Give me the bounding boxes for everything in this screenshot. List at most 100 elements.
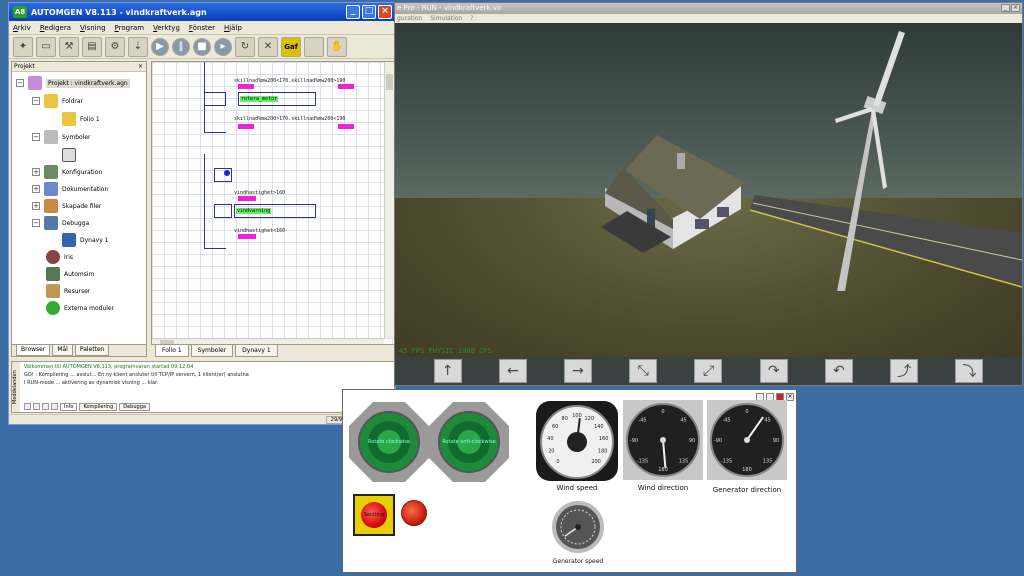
grafcet-step[interactable]: [214, 204, 232, 218]
tab-paletten[interactable]: Paletten: [74, 345, 110, 356]
collapse-icon[interactable]: −: [16, 79, 24, 87]
collapse-icon[interactable]: −: [32, 97, 40, 105]
tree-item-dokumentation[interactable]: + Dokumentation: [32, 182, 108, 196]
nav-prev-icon[interactable]: [33, 403, 40, 410]
zoom-out-icon[interactable]: ⤢: [694, 359, 723, 383]
disconnect-icon[interactable]: ✕: [258, 36, 278, 57]
build-icon[interactable]: ⚒: [59, 36, 79, 57]
tree-item-debugga[interactable]: − Debugga: [32, 216, 89, 230]
maximize-button[interactable]: □: [362, 5, 376, 19]
rotate-anticlockwise-button[interactable]: Rotate anti-clockwise: [429, 402, 509, 482]
collapse-icon[interactable]: −: [32, 219, 40, 227]
connect-icon[interactable]: ↻: [235, 36, 255, 57]
tab-dynavy-1[interactable]: Dynavy 1: [235, 345, 278, 357]
folder-icon: [44, 94, 58, 108]
hand-icon[interactable]: ✋: [327, 36, 347, 57]
3d-scene-viewport[interactable]: 45 FPS PHYSIC 1000 CPS: [395, 23, 1022, 359]
gauge-hub: [567, 432, 587, 452]
print-icon[interactable]: ▤: [82, 36, 102, 57]
tilt-down-icon[interactable]: ⤵: [955, 359, 984, 383]
tree-item-konfiguration[interactable]: + Konfiguration: [32, 165, 102, 179]
dynavy-window: × Rotate clockwise Rotate anti-clockwise…: [342, 389, 797, 573]
zoom-in-icon[interactable]: ⤡: [629, 359, 658, 383]
expand-icon[interactable]: +: [32, 185, 40, 193]
arrow-left-icon[interactable]: ←: [498, 359, 527, 383]
menu-hjalp[interactable]: Hjälp: [224, 24, 242, 32]
nav-last-icon[interactable]: [51, 403, 58, 410]
tree-item-symbol-file[interactable]: [62, 148, 76, 162]
tree-item-resurser[interactable]: Resurser: [46, 284, 90, 298]
sim-menu-help[interactable]: ?: [470, 14, 473, 23]
sim-titlebar[interactable]: e Pro - RUN - vindkraftverk.vo _ ×: [395, 3, 1022, 14]
menu-fonster[interactable]: Fönster: [189, 24, 215, 32]
arrow-right-icon[interactable]: →: [564, 359, 593, 383]
wand-icon[interactable]: ✦: [13, 36, 33, 57]
action-label[interactable]: rotera_motor: [240, 96, 279, 102]
vertical-scrollbar[interactable]: [384, 62, 394, 338]
expand-icon[interactable]: +: [32, 202, 40, 210]
main-titlebar[interactable]: A8 AUTOMGEN V8.113 - vindkraftverk.agn _…: [9, 3, 395, 21]
tree-item-foldrar[interactable]: − Foldrar: [32, 94, 83, 108]
fps-readout: 45 FPS PHYSIC 1000 CPS: [399, 347, 492, 355]
sim-menubar: guration Simulation ?: [395, 14, 1022, 23]
grafcet-step[interactable]: [204, 92, 226, 106]
rotate-right-icon[interactable]: ↷: [759, 359, 788, 383]
generator-speed-gauge: [552, 501, 604, 553]
wind-speed-label: Wind speed: [556, 484, 598, 492]
folder-open-icon[interactable]: ▭: [36, 36, 56, 57]
sim-close-button[interactable]: ×: [1011, 4, 1020, 12]
tree-item-iris[interactable]: Iris: [46, 250, 73, 264]
gauge-tick-label: 120: [584, 416, 594, 422]
tree-item-automsim[interactable]: Automsim: [46, 267, 94, 281]
grafcet-editor[interactable]: skillnad%mw200<170.skillnad%mw200>190 ro…: [151, 61, 395, 349]
house: [601, 135, 745, 253]
play-icon[interactable]: ▶: [151, 37, 169, 56]
tab-info[interactable]: Info: [60, 403, 78, 411]
sim-menu-simulation[interactable]: Simulation: [430, 14, 462, 23]
arrow-up-icon[interactable]: ↑: [433, 359, 462, 383]
compile-icon[interactable]: ⚙: [105, 36, 125, 57]
tab-folio-1[interactable]: Folio 1: [155, 345, 189, 357]
step-icon[interactable]: ▸: [214, 37, 232, 56]
menu-redigera[interactable]: Redigera: [40, 24, 71, 32]
tab-mal[interactable]: Mål: [52, 345, 73, 356]
expand-icon[interactable]: +: [32, 168, 40, 176]
tree-item-skapade-filer[interactable]: + Skapade filer: [32, 199, 101, 213]
rotate-clockwise-button[interactable]: Rotate clockwise: [349, 402, 429, 482]
tree-root[interactable]: − Projekt : vindkraftverk.agn: [16, 76, 130, 90]
emergency-stop-button[interactable]: Seniting: [353, 494, 395, 536]
collapse-icon[interactable]: −: [32, 133, 40, 141]
tree-item-externa-moduler[interactable]: Externa moduler: [46, 301, 114, 315]
action-label[interactable]: vindvarning: [236, 208, 272, 214]
sim-minimize-button[interactable]: _: [1001, 4, 1010, 12]
close-button[interactable]: ×: [378, 5, 392, 19]
menu-visning[interactable]: Visning: [80, 24, 106, 32]
menu-program[interactable]: Program: [115, 24, 145, 32]
rotate-left-icon[interactable]: ↶: [824, 359, 853, 383]
tab-kompilering[interactable]: Kompilering: [79, 403, 118, 411]
tab-debugga[interactable]: Debugga: [119, 403, 150, 411]
nav-first-icon[interactable]: [24, 403, 31, 410]
minimize-button[interactable]: _: [346, 5, 360, 19]
nav-next-icon[interactable]: [42, 403, 49, 410]
close-panel-icon[interactable]: ×: [138, 62, 143, 72]
blank-icon[interactable]: [304, 36, 324, 57]
tab-browser[interactable]: Browser: [16, 345, 51, 356]
tree-item-folio[interactable]: Folio 1: [62, 112, 100, 126]
tree-item-symboler[interactable]: − Symboler: [32, 130, 91, 144]
dynavy-close-button[interactable]: ×: [786, 393, 794, 401]
stop-icon[interactable]: ■: [193, 37, 211, 56]
menu-arkiv[interactable]: Arkiv: [13, 24, 31, 32]
gauge-tick-label: 90: [773, 438, 779, 444]
sim-menu-configuration[interactable]: guration: [397, 14, 422, 23]
message-line: I RUN-mode ... aktivering av dynamisk vi…: [24, 380, 159, 386]
dynavy-icon: [62, 233, 76, 247]
gaf-icon[interactable]: Gaf: [281, 36, 301, 57]
download-icon[interactable]: ⇣: [128, 36, 148, 57]
pause-icon[interactable]: ‖: [172, 37, 190, 56]
tab-symboler[interactable]: Symboler: [190, 345, 234, 357]
menu-verktyg[interactable]: Verktyg: [153, 24, 180, 32]
tilt-up-icon[interactable]: ⤴: [890, 359, 919, 383]
tree-item-dynavy[interactable]: Dynavy 1: [62, 233, 108, 247]
transition-condition[interactable]: skillnad%mw200>170.skillnad%mw200<190: [234, 116, 345, 122]
